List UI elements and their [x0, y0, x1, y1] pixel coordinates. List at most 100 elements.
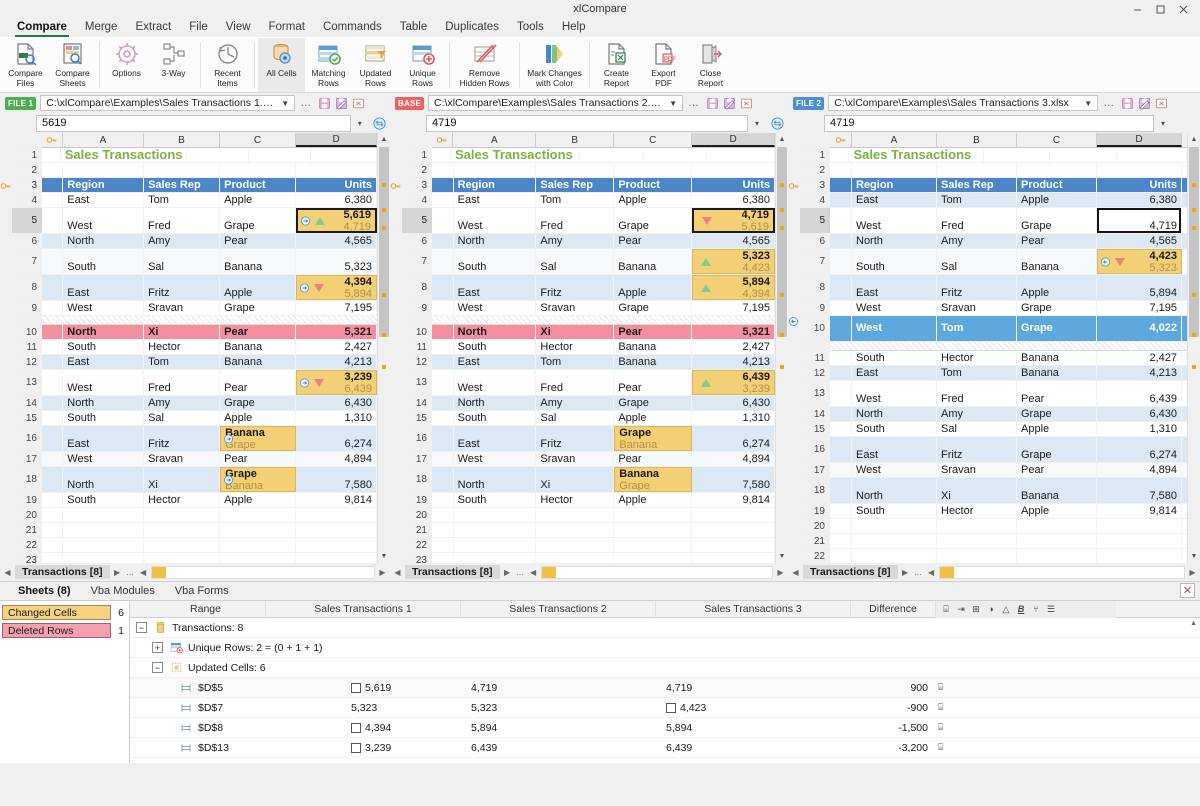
cell-B16[interactable]: Fritz: [937, 437, 1017, 462]
sheet-prev-icon[interactable]: ◀: [2, 568, 13, 577]
cell-A21[interactable]: [852, 534, 937, 548]
row-header-11[interactable]: 11: [402, 340, 432, 355]
file-path-dropdown-3[interactable]: C:\xlCompare\Examples\Sales Transactions…: [828, 95, 1099, 111]
formula-expand-icon[interactable]: ▾: [351, 119, 369, 128]
cell-D3[interactable]: Units: [1097, 178, 1182, 192]
cell-B23[interactable]: [536, 553, 615, 563]
cell-C13[interactable]: Pear: [1017, 381, 1097, 406]
cell-B2[interactable]: [937, 163, 1017, 177]
hscroll-left-icon[interactable]: ◀: [926, 568, 937, 577]
hscroll-left-icon[interactable]: ◀: [528, 568, 539, 577]
row-header-4[interactable]: 4: [12, 193, 42, 208]
row-header-15[interactable]: 15: [12, 411, 42, 426]
value-checkbox[interactable]: [666, 702, 676, 713]
cell-B17[interactable]: Sravan: [536, 452, 615, 466]
cell-A14[interactable]: North: [63, 396, 145, 410]
cell-D1[interactable]: [1117, 148, 1187, 162]
menu-item-compare[interactable]: Compare: [8, 20, 76, 37]
row-header-2[interactable]: 2: [800, 163, 830, 178]
cell-B2[interactable]: [144, 163, 221, 177]
cell-C2[interactable]: [614, 163, 693, 177]
cell-D5[interactable]: 5,619 4,719: [296, 208, 377, 233]
cell-A5[interactable]: West: [454, 208, 537, 233]
cell-B15[interactable]: Sal: [144, 411, 221, 425]
cell-A16[interactable]: East: [63, 426, 145, 451]
cell-D16[interactable]: 6,274: [1097, 437, 1182, 462]
row-header-7[interactable]: 7: [12, 249, 42, 275]
cell-B22[interactable]: [937, 549, 1017, 563]
column-header-B[interactable]: B: [937, 133, 1017, 147]
copy-right-icon[interactable]: ⇥: [955, 603, 967, 615]
cell-C3[interactable]: Product: [220, 178, 297, 192]
row-header-22[interactable]: 22: [800, 549, 830, 563]
cell-B5[interactable]: Fred: [536, 208, 615, 233]
row-header-7[interactable]: 7: [800, 249, 830, 275]
cell-B12[interactable]: Tom: [536, 355, 615, 369]
merge-cells-icon[interactable]: ⌸: [938, 722, 943, 733]
cell-D6[interactable]: 4,565: [296, 234, 377, 248]
report-value-v3[interactable]: 5,894: [666, 722, 692, 734]
row-header-19[interactable]: 19: [800, 504, 830, 519]
column-header-C[interactable]: C: [219, 133, 297, 147]
row-header-14[interactable]: 14: [800, 407, 830, 422]
cell-C10[interactable]: Grape: [1017, 316, 1097, 341]
cell-B4[interactable]: Tom: [144, 193, 221, 207]
file-path-dropdown-1[interactable]: C:\xlCompare\Examples\Sales Transactions…: [40, 95, 296, 111]
cell-B20[interactable]: [536, 508, 615, 522]
hscroll-right-icon[interactable]: ▶: [1187, 568, 1198, 577]
row-header-23[interactable]: 23: [402, 553, 432, 563]
row-header-hidden[interactable]: [402, 316, 432, 325]
save-as-icon[interactable]: [1137, 96, 1151, 110]
cell-D8[interactable]: 5,894: [1097, 275, 1182, 300]
cell-C21[interactable]: [220, 523, 297, 537]
cell-A9[interactable]: West: [63, 301, 145, 315]
cell-B9[interactable]: Sravan: [937, 301, 1017, 315]
cell-D9[interactable]: 7,195: [1097, 301, 1182, 315]
sheet-tab-transactions[interactable]: Transactions [8]: [803, 565, 898, 579]
cell-B8[interactable]: Fritz: [937, 275, 1017, 300]
cell-B7[interactable]: Sal: [536, 249, 615, 274]
cell-A9[interactable]: West: [454, 301, 537, 315]
cell-C13[interactable]: Pear: [220, 370, 297, 395]
group-expander-collapse[interactable]: −: [136, 622, 147, 633]
maximize-icon[interactable]: [1154, 3, 1167, 16]
arrow-right-circle-icon[interactable]: [299, 282, 310, 293]
row-header-3[interactable]: 3: [402, 178, 432, 193]
more-options-icon[interactable]: …: [686, 97, 702, 109]
formula-input-2[interactable]: 4719: [426, 114, 748, 132]
report-column-header-sales-transactions-2[interactable]: Sales Transactions 2: [461, 601, 656, 618]
row-header-21[interactable]: 21: [402, 523, 432, 538]
cell-A15[interactable]: South: [63, 411, 145, 425]
formula-expand-icon[interactable]: ▾: [748, 119, 766, 128]
cell-D7[interactable]: 5,323: [296, 249, 377, 274]
row-header-19[interactable]: 19: [402, 493, 432, 508]
cell-A20[interactable]: [454, 508, 537, 522]
grid-icon[interactable]: ⊞: [970, 603, 982, 615]
cell-A6[interactable]: North: [63, 234, 145, 248]
ribbon-button-remove-hidden-rows[interactable]: Remove Hidden Rows: [453, 38, 516, 92]
scroll-down-icon[interactable]: ▼: [1188, 550, 1200, 563]
report-value-v3[interactable]: Grape: [666, 762, 695, 764]
cell-D2[interactable]: [1097, 163, 1182, 177]
merge-cells-icon[interactable]: ⌸: [938, 682, 943, 693]
scroll-up-icon[interactable]: ▲: [378, 133, 390, 146]
cell-C7[interactable]: Banana: [220, 249, 297, 274]
report-column-header-sales-transactions-3[interactable]: Sales Transactions 3: [656, 601, 851, 618]
file-path-dropdown-2[interactable]: C:\xlCompare\Examples\Sales Transactions…: [428, 95, 684, 111]
cell-D1[interactable]: [707, 148, 775, 162]
legend-chip-changed[interactable]: Changed Cells: [2, 605, 111, 620]
cell-B21[interactable]: [536, 523, 615, 537]
cell-A13[interactable]: West: [63, 370, 145, 395]
menu-item-help[interactable]: Help: [553, 20, 595, 37]
cell-C2[interactable]: [220, 163, 297, 177]
ribbon-button-options-gear[interactable]: Options: [103, 38, 150, 92]
row-header-9[interactable]: 9: [800, 301, 830, 316]
row-header-14[interactable]: 14: [12, 396, 42, 411]
menu-item-view[interactable]: View: [217, 20, 260, 37]
row-header-17[interactable]: 17: [800, 463, 830, 478]
report-value-v1[interactable]: 3,239: [351, 742, 391, 754]
cell-A12[interactable]: East: [852, 366, 937, 380]
ribbon-button-three-way[interactable]: 3-Way: [150, 38, 197, 92]
row-header-10[interactable]: 10: [402, 325, 432, 340]
save-as-icon[interactable]: [722, 96, 736, 110]
